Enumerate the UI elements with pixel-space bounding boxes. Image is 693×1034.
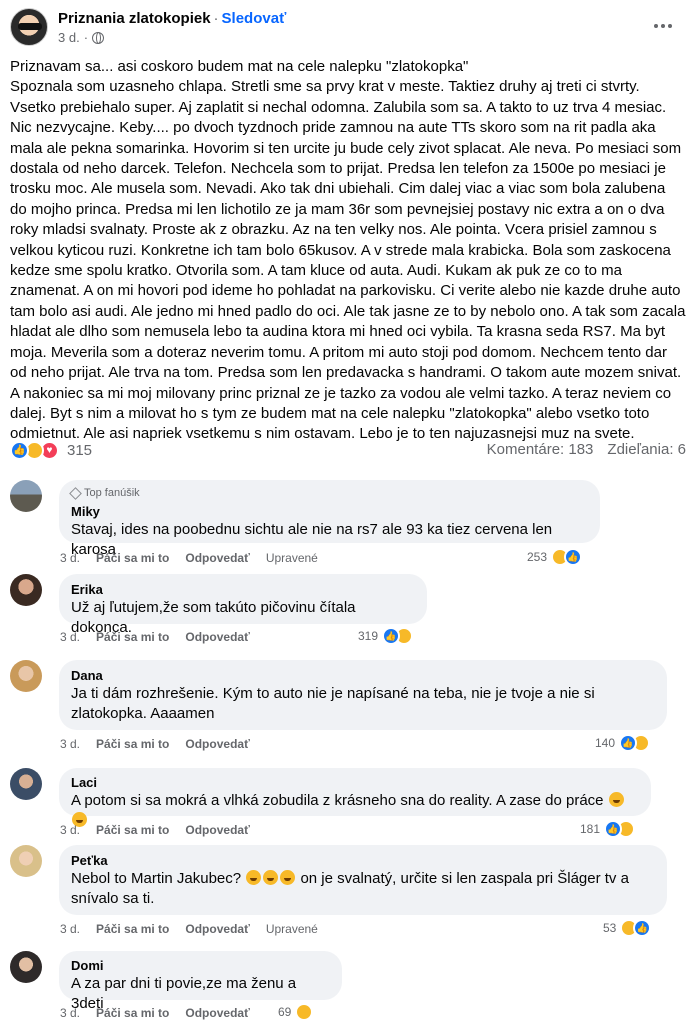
- comment-reactions[interactable]: 253 👍: [527, 548, 583, 566]
- like-reaction-icon: 👍: [604, 820, 623, 838]
- like-reaction-icon: 👍: [619, 734, 638, 752]
- comment: Domi A za par dni ti povie,ze ma ženu a …: [10, 951, 686, 1031]
- avatar[interactable]: [10, 845, 42, 877]
- reaction-count: 315: [67, 442, 93, 459]
- comment-time[interactable]: 3 d.: [60, 922, 80, 936]
- avatar[interactable]: [10, 768, 42, 800]
- laughing-emoji-icon: [280, 870, 296, 885]
- like-comment-button[interactable]: Páči sa mi to: [96, 737, 169, 751]
- reply-comment-button[interactable]: Odpovedať: [185, 823, 249, 837]
- comment-author[interactable]: Peťka: [71, 852, 655, 869]
- like-reaction-icon: 👍: [564, 548, 583, 566]
- avatar[interactable]: [10, 660, 42, 692]
- comment-time[interactable]: 3 d.: [60, 823, 80, 837]
- comment: Top fanúšik Miky Stavaj, ides na poobedn…: [10, 480, 686, 580]
- comment-author[interactable]: Erika: [71, 581, 415, 598]
- grin-emoji-icon: [608, 792, 624, 807]
- meta-dot: ·: [83, 30, 89, 45]
- comment-reaction-count: 181: [580, 822, 601, 836]
- top-fan-badge: Top fanúšik: [69, 486, 588, 500]
- like-reaction-icon: 👍: [10, 441, 29, 460]
- reactions-summary[interactable]: 👍 ♥ 315: [10, 441, 92, 460]
- post-text: Spoznala som uzasneho chlapa. Stretli sm…: [10, 78, 686, 443]
- comment-author[interactable]: Dana: [71, 667, 655, 684]
- comment-bubble: Peťka Nebol to Martin Jakubec? on je sva…: [59, 845, 667, 915]
- comment-time[interactable]: 3 d.: [60, 630, 80, 644]
- comment-reaction-count: 253: [527, 550, 548, 564]
- more-options-icon[interactable]: [653, 16, 673, 36]
- post-body: Priznavam sa... asi coskoro budem mat na…: [10, 57, 686, 445]
- avatar[interactable]: [10, 951, 42, 983]
- post-title: Priznavam sa... asi coskoro budem mat na…: [10, 58, 469, 75]
- top-fan-diamond-icon: [69, 486, 82, 500]
- like-comment-button[interactable]: Páči sa mi to: [96, 630, 169, 644]
- laughing-emoji-icon: [263, 870, 279, 885]
- comment-reactions[interactable]: 319 👍: [358, 627, 414, 645]
- comment-reactions[interactable]: 69: [278, 1003, 314, 1021]
- comment-actions: 3 d. Páči sa mi to Odpovedať: [60, 737, 250, 751]
- comment: Dana Ja ti dám rozhrešenie. Kým to auto …: [10, 660, 686, 760]
- comment: Peťka Nebol to Martin Jakubec? on je sva…: [10, 845, 686, 945]
- comment-author[interactable]: Miky: [71, 503, 588, 520]
- comment: Laci A potom si sa mokrá a vlhká zobudil…: [10, 768, 686, 848]
- post-time[interactable]: 3 d.: [58, 30, 80, 45]
- comment-actions: 3 d. Páči sa mi to Odpovedať: [60, 1006, 250, 1020]
- like-comment-button[interactable]: Páči sa mi to: [96, 823, 169, 837]
- comment-bubble: Dana Ja ti dám rozhrešenie. Kým to auto …: [59, 660, 667, 730]
- like-comment-button[interactable]: Páči sa mi to: [96, 551, 169, 565]
- reply-comment-button[interactable]: Odpovedať: [185, 922, 249, 936]
- comment-reactions[interactable]: 140 👍: [595, 734, 651, 752]
- follow-button[interactable]: Sledovať: [222, 10, 287, 27]
- comment-text: Ja ti dám rozhrešenie. Kým to auto nie j…: [71, 685, 595, 722]
- comment-bubble: Erika Už aj ľutujem,že som takúto pičovi…: [59, 574, 427, 636]
- stats-right: Komentáre: 183 Zdieľania: 6: [487, 441, 686, 458]
- like-reaction-icon: 👍: [382, 627, 401, 645]
- page-name-row: Priznania zlatokopiek · Sledovať: [58, 10, 286, 27]
- reply-comment-button[interactable]: Odpovedať: [185, 737, 249, 751]
- comment-bubble: Domi A za par dni ti povie,ze ma ženu a …: [59, 951, 342, 1012]
- comment-actions: 3 d. Páči sa mi to Odpovedať: [60, 630, 250, 644]
- comment-actions: 3 d. Páči sa mi to Odpovedať Upravené: [60, 551, 318, 565]
- comment-reaction-count: 69: [278, 1005, 292, 1019]
- haha-reaction-icon: [295, 1003, 314, 1021]
- comment-reaction-count: 53: [603, 921, 617, 935]
- post-stats: 👍 ♥ 315 Komentáre: 183 Zdieľania: 6: [10, 441, 686, 463]
- comment-time[interactable]: 3 d.: [60, 551, 80, 565]
- reply-comment-button[interactable]: Odpovedať: [185, 1006, 249, 1020]
- like-comment-button[interactable]: Páči sa mi to: [96, 1006, 169, 1020]
- comment-reaction-count: 140: [595, 736, 616, 750]
- comment-reaction-count: 319: [358, 629, 379, 643]
- laughing-emoji-icon: [246, 870, 262, 885]
- comment: Erika Už aj ľutujem,že som takúto pičovi…: [10, 574, 686, 654]
- edited-label: Upravené: [265, 551, 318, 565]
- like-reaction-icon: 👍: [633, 919, 652, 937]
- post-header: Priznania zlatokopiek · Sledovať 3 d. ·: [10, 6, 683, 46]
- page-avatar[interactable]: [10, 8, 48, 46]
- comment-author[interactable]: Laci: [71, 774, 639, 791]
- comment-text: Nebol to Martin Jakubec? on je svalnatý,…: [71, 870, 629, 907]
- shares-count[interactable]: Zdieľania: 6: [607, 441, 686, 458]
- avatar[interactable]: [10, 574, 42, 606]
- reply-comment-button[interactable]: Odpovedať: [185, 630, 249, 644]
- comment-actions: 3 d. Páči sa mi to Odpovedať Upravené: [60, 922, 318, 936]
- separator-dot: ·: [213, 10, 219, 27]
- comment-time[interactable]: 3 d.: [60, 1006, 80, 1020]
- post-meta: 3 d. ·: [58, 30, 105, 45]
- comment-bubble: Laci A potom si sa mokrá a vlhká zobudil…: [59, 768, 651, 827]
- comment-author[interactable]: Domi: [71, 957, 330, 974]
- reply-comment-button[interactable]: Odpovedať: [185, 551, 249, 565]
- like-comment-button[interactable]: Páči sa mi to: [96, 922, 169, 936]
- avatar[interactable]: [10, 480, 42, 512]
- edited-label: Upravené: [265, 922, 318, 936]
- comment-bubble: Top fanúšik Miky Stavaj, ides na poobedn…: [59, 480, 600, 558]
- page-name[interactable]: Priznania zlatokopiek: [58, 10, 211, 27]
- comment-time[interactable]: 3 d.: [60, 737, 80, 751]
- comment-reactions[interactable]: 181 👍: [580, 820, 636, 838]
- comments-count[interactable]: Komentáre: 183: [487, 441, 594, 458]
- comment-actions: 3 d. Páči sa mi to Odpovedať: [60, 823, 250, 837]
- globe-icon: [92, 31, 105, 44]
- comment-reactions[interactable]: 53 👍: [603, 919, 652, 937]
